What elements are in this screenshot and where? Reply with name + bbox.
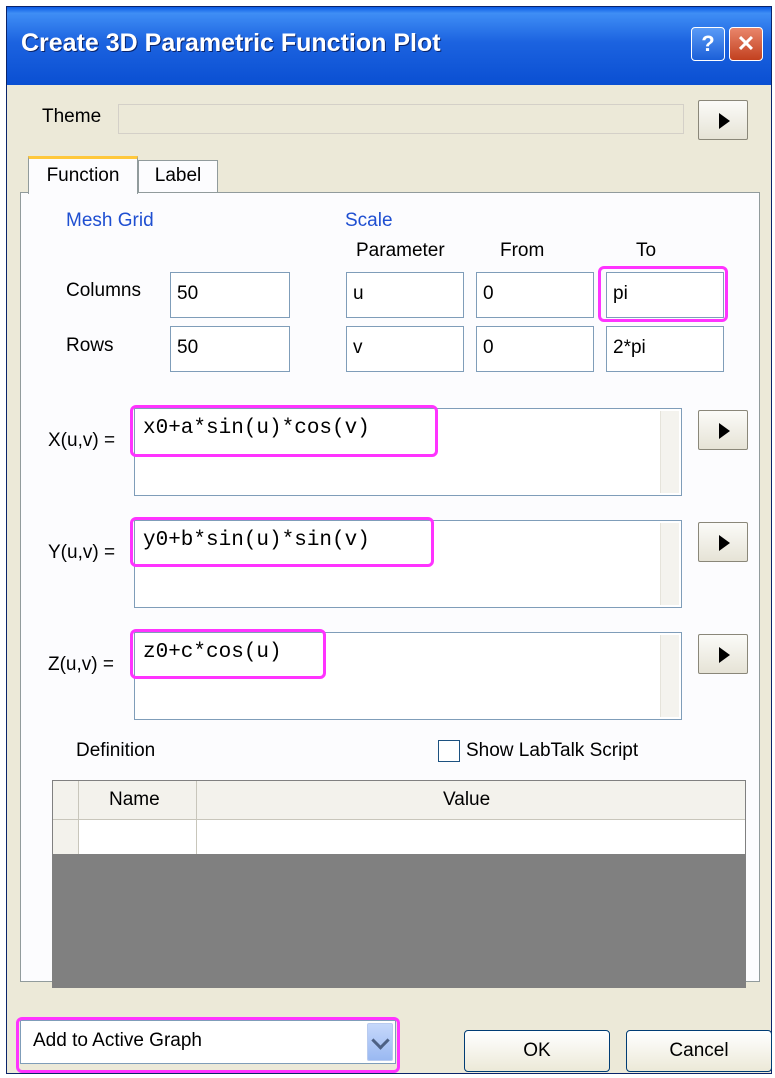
z-function-input[interactable]: z0+c*cos(u): [134, 632, 682, 720]
u-parameter-input[interactable]: u: [346, 272, 464, 318]
play-right-icon: [719, 423, 730, 439]
theme-field[interactable]: [118, 104, 684, 134]
x-function-menu-button[interactable]: [698, 410, 748, 450]
scale-heading: Scale: [345, 210, 393, 231]
x-function-expr: x0+a*sin(u)*cos(v): [143, 417, 370, 440]
z-function-scrollbar[interactable]: [660, 635, 679, 717]
value-column-header[interactable]: Value: [197, 781, 745, 819]
ok-button[interactable]: OK: [464, 1030, 610, 1072]
title-bar: Create 3D Parametric Function Plot ? ✕: [7, 7, 771, 85]
output-select-value: Add to Active Graph: [33, 1030, 202, 1051]
play-right-icon: [719, 535, 730, 551]
show-labtalk-checkbox[interactable]: [438, 740, 460, 762]
theme-label: Theme: [42, 106, 102, 127]
z-function-label: Z(u,v) =: [48, 654, 114, 675]
help-button[interactable]: ?: [691, 27, 725, 61]
from-col-header: From: [500, 240, 545, 261]
z-function-menu-button[interactable]: [698, 634, 748, 674]
theme-menu-button[interactable]: [698, 100, 748, 140]
close-button[interactable]: ✕: [729, 27, 763, 61]
columns-label: Columns: [66, 280, 141, 301]
columns-input[interactable]: 50: [170, 272, 290, 318]
chevron-down-icon: [371, 1031, 390, 1050]
row-header-cell[interactable]: [53, 820, 79, 854]
y-function-expr: y0+b*sin(u)*sin(v): [143, 529, 370, 552]
row-header-corner: [53, 781, 79, 819]
x-function-label: X(u,v) =: [48, 430, 116, 451]
v-from-input[interactable]: 0: [476, 326, 594, 372]
rows-label: Rows: [66, 335, 114, 356]
y-function-label: Y(u,v) =: [48, 542, 116, 563]
x-function-scrollbar[interactable]: [660, 411, 679, 493]
dialog-title: Create 3D Parametric Function Plot: [21, 29, 441, 57]
y-function-input[interactable]: y0+b*sin(u)*sin(v): [134, 520, 682, 608]
definition-label: Definition: [76, 740, 156, 761]
u-to-input[interactable]: pi: [606, 272, 724, 318]
y-function-scrollbar[interactable]: [660, 523, 679, 605]
tab-label[interactable]: Label: [138, 160, 218, 194]
to-col-header: To: [636, 240, 657, 261]
x-function-input[interactable]: x0+a*sin(u)*cos(v): [134, 408, 682, 496]
play-right-icon: [719, 113, 730, 129]
play-right-icon: [719, 647, 730, 663]
definition-table: Name Value: [52, 780, 746, 988]
z-function-expr: z0+c*cos(u): [143, 641, 282, 664]
parameter-col-header: Parameter: [356, 240, 445, 261]
name-column-header[interactable]: Name: [79, 781, 197, 819]
show-labtalk-label: Show LabTalk Script: [466, 740, 639, 761]
v-parameter-input[interactable]: v: [346, 326, 464, 372]
u-from-input[interactable]: 0: [476, 272, 594, 318]
mesh-grid-heading: Mesh Grid: [66, 210, 154, 231]
value-cell[interactable]: [197, 820, 745, 854]
y-function-menu-button[interactable]: [698, 522, 748, 562]
cancel-button[interactable]: Cancel: [626, 1030, 772, 1072]
rows-input[interactable]: 50: [170, 326, 290, 372]
tab-function[interactable]: Function: [28, 156, 138, 194]
output-select[interactable]: Add to Active Graph: [20, 1020, 396, 1064]
name-cell[interactable]: [79, 820, 197, 854]
definition-table-header: Name Value: [53, 781, 745, 820]
table-row: [53, 820, 745, 854]
v-to-input[interactable]: 2*pi: [606, 326, 724, 372]
dropdown-arrow-button[interactable]: [367, 1023, 393, 1061]
